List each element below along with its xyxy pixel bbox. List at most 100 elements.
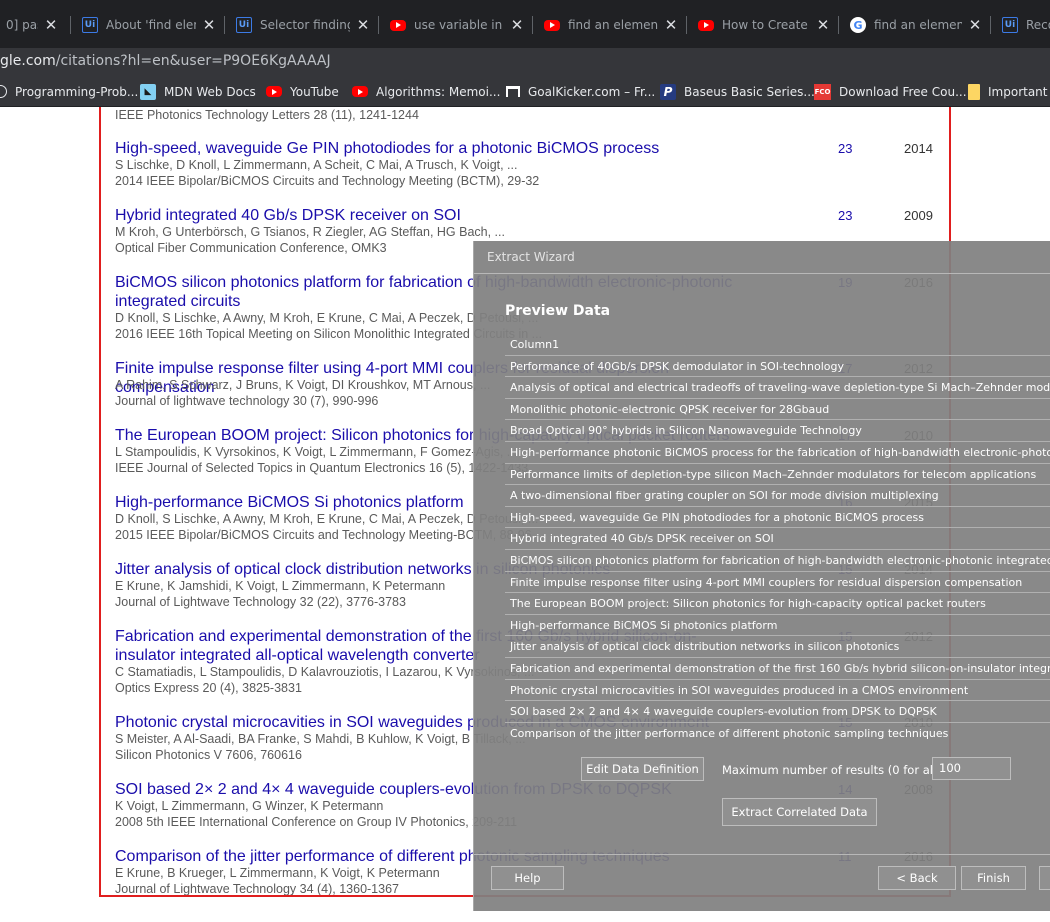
browser-tab[interactable]: use variable in se ✕ [380,8,532,42]
publication-venue: Journal of Lightwave Technology 34 (4), … [115,882,399,896]
tab-divider [686,16,687,34]
grid-row[interactable]: High-performance photonic BiCMOS process… [505,442,1050,464]
grid-row[interactable]: A two-dimensional fiber grating coupler … [505,485,1050,507]
youtube-icon [352,86,368,97]
bookmark-item[interactable]: Algorithms: Memoi... [352,76,500,106]
grid-row[interactable]: Comparison of the jitter performance of … [505,723,1050,745]
youtube-icon [544,19,560,31]
finish-button[interactable]: Finish [961,866,1026,890]
bookmark-item[interactable]: P Baseus Basic Series... [660,76,815,106]
publication-venue: 2014 IEEE Bipolar/BiCMOS Circuits and Te… [115,174,540,188]
grid-row[interactable]: High-speed, waveguide Ge PIN photodiodes… [505,507,1050,529]
citation-count-link[interactable]: 23 [838,141,852,156]
youtube-icon [390,19,406,31]
browser-tab[interactable]: How to Create R ✕ [688,8,838,42]
publication-venue: Optical Fiber Communication Conference, … [115,241,387,255]
tab-title: use variable in se [414,18,504,32]
bookmark-label: Download Free Cou... [839,84,967,99]
grid-row[interactable]: Hybrid integrated 40 Gb/s DPSK receiver … [505,528,1050,550]
browser-tab[interactable]: find an element ✕ [534,8,686,42]
bookmark-item[interactable]: FCO Download Free Cou... [814,76,967,106]
bookmark-item[interactable]: GoalKicker.com – Fr... [506,76,655,106]
preview-data-heading: Preview Data [505,303,611,319]
divider [474,854,1050,855]
bookmark-folder-icon [968,83,980,100]
publication-authors: S Lischke, D Knoll, L Zimmermann, A Sche… [115,158,518,172]
citation-count-link[interactable]: 23 [838,208,852,223]
publication-authors: K Voigt, L Zimmermann, G Winzer, K Peter… [115,799,384,813]
bookmark-label: Important [988,84,1048,99]
google-icon: G [850,17,866,33]
publication-venue: Journal of lightwave technology 30 (7), … [115,394,379,408]
browser-tab[interactable]: Ui Reco [992,8,1050,42]
grid-row[interactable]: Monolithic photonic-electronic QPSK rece… [505,399,1050,421]
mdn-icon: ◣ [140,83,156,100]
bookmark-item[interactable]: Important [968,76,1048,106]
grid-row[interactable]: Jitter analysis of optical clock distrib… [505,636,1050,658]
youtube-icon [266,86,282,97]
close-icon[interactable]: ✕ [664,16,678,34]
browser-tab[interactable]: 0] pass ✕ [0,8,66,42]
uipath-icon: Ui [1002,17,1018,33]
browser-tab[interactable]: G find an element ✕ [840,8,990,42]
publication-authors: A Rahim, S Schwarz, J Bruns, K Voigt, DI… [115,378,491,392]
bookmark-label: Baseus Basic Series... [684,84,815,99]
column-header[interactable]: Column1 [505,334,1050,356]
grid-row[interactable]: Broad Optical 90° hybrids in Silicon Nan… [505,420,1050,442]
tab-title: find an element [874,18,962,32]
close-icon[interactable]: ✕ [510,16,524,34]
grid-row[interactable]: Performance limits of depletion-type sil… [505,464,1050,486]
max-results-input[interactable]: 100 [932,757,1011,780]
bookmark-label: MDN Web Docs [164,84,256,99]
bookmark-item[interactable]: ◣ MDN Web Docs [140,76,256,106]
divider [474,273,1050,274]
address-bar[interactable]: gle.com/citations?hl=en&user=P9OE6KgAAAA… [0,48,1050,76]
close-icon[interactable]: ✕ [968,16,982,34]
publication-year: 2009 [904,208,933,223]
publication-authors: M Kroh, G Unterbörsch, G Tsianos, R Zieg… [115,225,505,239]
grid-row[interactable]: BiCMOS silicon photonics platform for fa… [505,550,1050,572]
publication-venue: Optics Express 20 (4), 3825-3831 [115,681,302,695]
grid-row[interactable]: SOI based 2× 2 and 4× 4 waveguide couple… [505,701,1050,723]
publication-title-link[interactable]: Hybrid integrated 40 Gb/s DPSK receiver … [115,206,755,225]
close-icon[interactable]: ✕ [816,16,830,34]
browser-tab[interactable]: Ui About 'find elem ✕ [72,8,224,42]
publication-venue: IEEE Photonics Technology Letters 28 (11… [115,108,419,122]
youtube-icon [698,19,714,31]
tab-title: How to Create R [722,18,810,32]
browser-tab[interactable]: Ui Selector finding ✕ [226,8,378,42]
uipath-icon: Ui [236,17,252,33]
edit-data-definition-button[interactable]: Edit Data Definition [581,757,704,781]
publication-authors: E Krune, B Krueger, L Zimmermann, K Voig… [115,866,440,880]
help-button[interactable]: Help [491,866,564,890]
bookmark-label: YouTube [290,84,339,99]
bookmark-item[interactable]: Programming-Prob... [0,76,139,106]
paypal-icon: P [660,83,676,100]
tab-divider [838,16,839,34]
grid-row[interactable]: High-performance BiCMOS Si photonics pla… [505,615,1050,637]
close-icon[interactable]: ✕ [202,16,216,34]
grid-row[interactable]: Photonic crystal microcavities in SOI wa… [505,680,1050,702]
grid-row[interactable]: The European BOOM project: Silicon photo… [505,593,1050,615]
url-path: /citations?hl=en&user=P9OE6KgAAAAJ [55,53,331,69]
close-icon[interactable]: ✕ [356,16,370,34]
uipath-icon: Ui [82,17,98,33]
bookmark-label: Programming-Prob... [15,84,139,99]
back-button[interactable]: < Back [878,866,956,890]
grid-row[interactable]: Analysis of optical and electrical trade… [505,377,1050,399]
tab-title: About 'find elem [106,18,196,32]
grid-row[interactable]: Fabrication and experimental demonstrati… [505,658,1050,680]
cancel-button[interactable] [1039,866,1050,890]
grid-row[interactable]: Finite impulse response filter using 4-p… [505,572,1050,594]
publication-title-link[interactable]: High-speed, waveguide Ge PIN photodiodes… [115,139,755,158]
publication-venue: IEEE Journal of Selected Topics in Quant… [115,461,529,475]
tab-divider [990,16,991,34]
globe-icon [0,85,7,98]
publication-authors: L Stampoulidis, K Vyrsokinos, K Voigt, L… [115,445,518,459]
grid-row[interactable]: Performance of 40Gb/s DPSK demodulator i… [505,356,1050,378]
extract-correlated-data-button[interactable]: Extract Correlated Data [722,798,877,826]
tab-divider [224,16,225,34]
bookmark-item[interactable]: YouTube [266,76,339,106]
publication-venue: Silicon Photonics V 7606, 760616 [115,748,302,762]
close-icon[interactable]: ✕ [44,16,58,34]
